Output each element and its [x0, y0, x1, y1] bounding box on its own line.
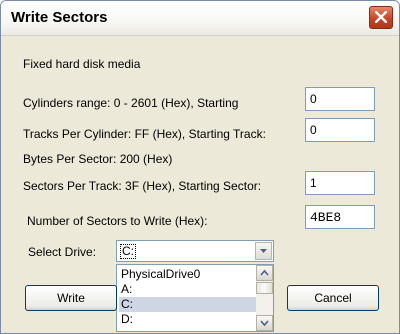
drive-list-scrollbar[interactable] — [256, 265, 273, 331]
drive-option-c[interactable]: C: — [119, 297, 256, 312]
close-button[interactable] — [369, 6, 393, 29]
starting-cylinder-input[interactable] — [305, 87, 375, 111]
drive-option-physicaldrive0[interactable]: PhysicalDrive0 — [119, 267, 256, 282]
drive-select-value: C: — [120, 244, 136, 259]
sector-count-label: Number of Sectors to Write (Hex): — [27, 214, 208, 228]
scroll-down-button[interactable] — [256, 315, 273, 331]
dropdown-arrow-button[interactable] — [255, 242, 272, 260]
title-bar[interactable]: Write Sectors — [1, 1, 399, 36]
drive-option-d[interactable]: D: — [119, 312, 256, 327]
chevron-up-icon — [260, 269, 269, 276]
drive-option-a[interactable]: A: — [119, 282, 256, 297]
scroll-thumb[interactable] — [256, 282, 273, 294]
starting-sector-input[interactable] — [305, 171, 375, 195]
starting-track-input[interactable] — [305, 118, 375, 142]
write-sectors-dialog: Write Sectors Fixed hard disk media Cyli… — [0, 0, 400, 334]
sectors-label: Sectors Per Track: 3F (Hex), Starting Se… — [23, 179, 262, 193]
tracks-label: Tracks Per Cylinder: FF (Hex), Starting … — [23, 127, 266, 141]
write-button[interactable]: Write — [25, 285, 117, 311]
select-drive-label: Select Drive: — [28, 245, 97, 259]
close-icon — [375, 11, 387, 23]
cylinders-label: Cylinders range: 0 - 2601 (Hex), Startin… — [23, 96, 239, 110]
bytes-per-sector-label: Bytes Per Sector: 200 (Hex) — [23, 152, 173, 166]
cancel-button[interactable]: Cancel — [287, 285, 379, 311]
chevron-down-icon — [260, 249, 267, 253]
media-type-label: Fixed hard disk media — [23, 57, 141, 71]
sector-count-input[interactable] — [305, 205, 375, 229]
scroll-up-button[interactable] — [256, 265, 273, 281]
chevron-down-icon — [260, 320, 269, 327]
drive-list[interactable]: PhysicalDrive0 A: C: D: — [116, 264, 274, 332]
drive-select[interactable]: C: — [116, 240, 274, 262]
window-title: Write Sectors — [11, 9, 108, 26]
